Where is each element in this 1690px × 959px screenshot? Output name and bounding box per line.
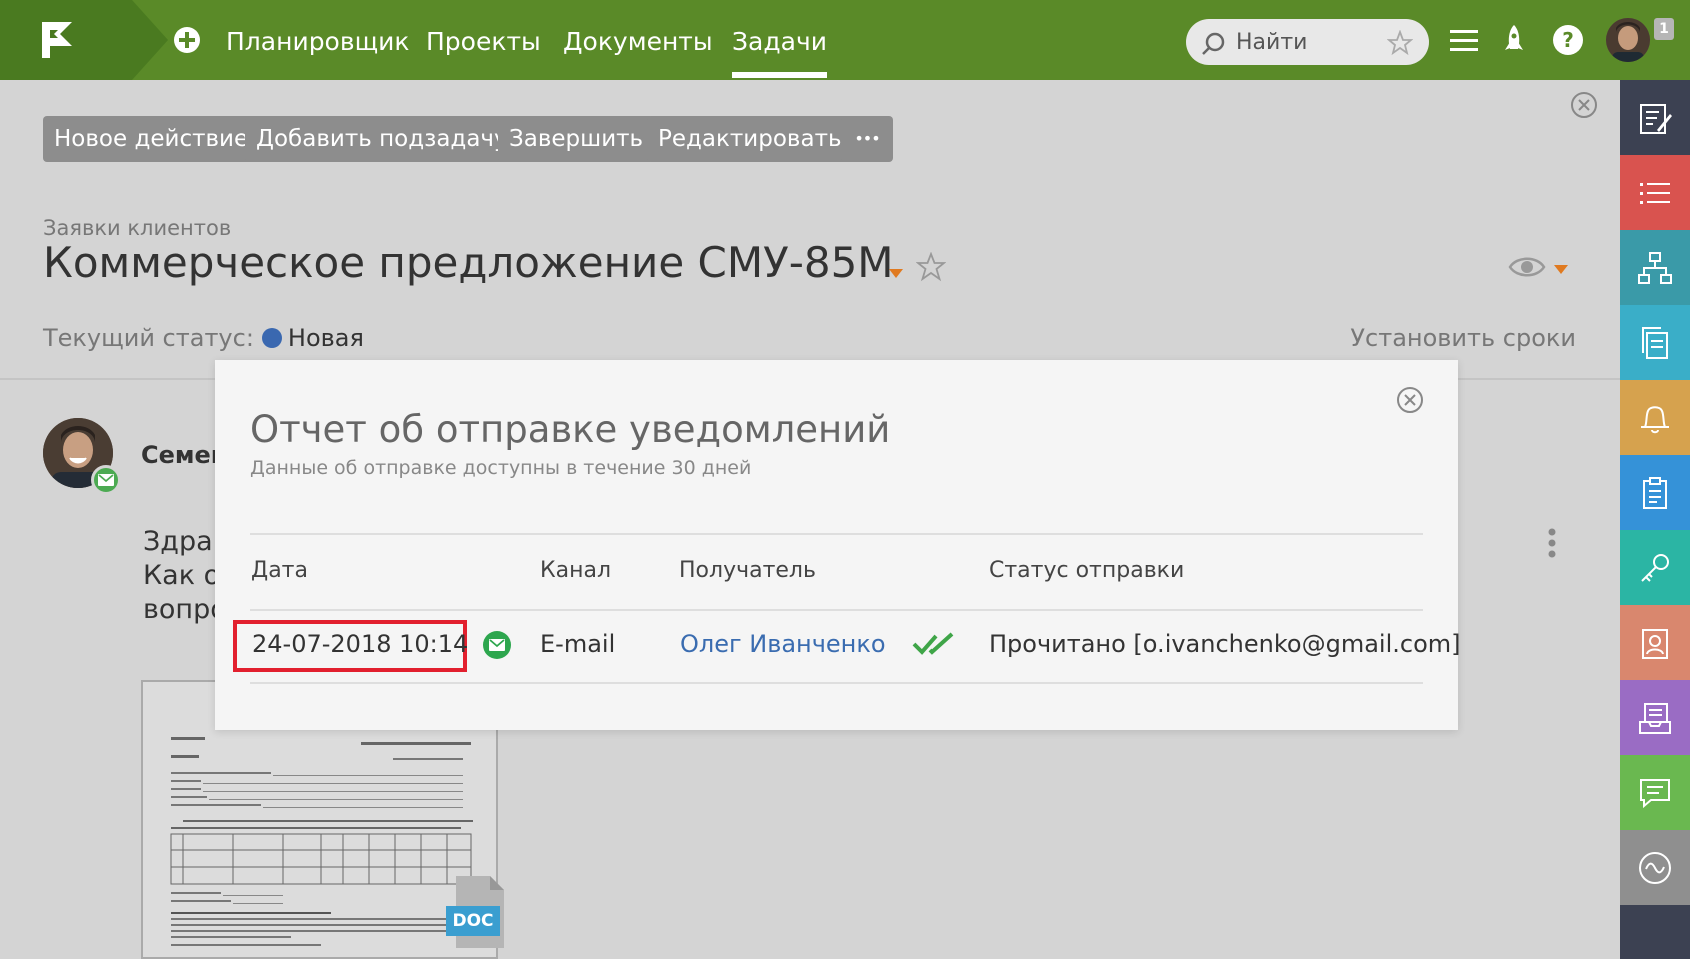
close-icon[interactable]: [1395, 385, 1425, 415]
column-header-recipient: Получатель: [679, 558, 816, 583]
email-icon: [483, 631, 511, 659]
rocket-icon[interactable]: [1496, 22, 1532, 58]
user-photo-icon: [1606, 18, 1650, 62]
wave-icon: [1639, 851, 1671, 884]
list-icon: [1640, 182, 1670, 204]
sidebar-item-notifications[interactable]: [1620, 380, 1690, 455]
email-channel-badge: [91, 465, 121, 495]
nav-tasks[interactable]: Задачи: [732, 0, 827, 80]
search-box[interactable]: [1186, 19, 1429, 65]
menu-icon[interactable]: [1446, 22, 1482, 58]
modal-subtitle: Данные об отправке доступны в течение 30…: [250, 457, 752, 479]
top-navigation-bar: Планировщик Проекты Документы Задачи ?: [0, 0, 1690, 80]
svg-text:?: ?: [1562, 28, 1574, 52]
notification-report-modal: Отчет об отправке уведомлений Данные об …: [215, 360, 1461, 730]
flag-logo-icon: [42, 22, 72, 58]
hierarchy-icon: [1638, 251, 1672, 284]
sidebar-item-tasks[interactable]: [1620, 455, 1690, 530]
row-date: 24-07-2018 10:14: [252, 630, 469, 658]
sidebar-item-notes[interactable]: [1620, 80, 1690, 155]
clipboard-icon: [1643, 476, 1667, 509]
complete-button[interactable]: Завершить: [498, 116, 655, 162]
row-channel: E-mail: [540, 630, 616, 658]
sidebar-item-documents[interactable]: [1620, 305, 1690, 380]
new-action-button[interactable]: Новое действие: [43, 116, 260, 162]
nav-planner[interactable]: Планировщик: [226, 0, 409, 80]
table-bottom-divider: [250, 682, 1423, 684]
bell-icon: [1641, 405, 1669, 433]
doc-file-label: DOC: [452, 911, 494, 931]
page-title: Коммерческое предложение СМУ-85М: [43, 238, 894, 287]
chevron-down-icon[interactable]: [1554, 265, 1568, 275]
row-status: Прочитано [o.ivanchenko@gmail.com]: [989, 630, 1461, 658]
table-top-divider: [250, 533, 1423, 535]
search-input[interactable]: [1236, 19, 1366, 65]
nav-projects[interactable]: Проекты: [426, 0, 541, 80]
logo[interactable]: [0, 0, 168, 80]
edit-button[interactable]: Редактировать: [647, 116, 853, 162]
column-header-status: Статус отправки: [989, 558, 1185, 583]
status-label: Текущий статус:: [43, 324, 254, 352]
more-button[interactable]: •••: [841, 116, 893, 162]
column-header-date: Дата: [251, 558, 308, 583]
notification-count-badge: 1: [1654, 18, 1674, 40]
sidebar-item-inbox[interactable]: [1620, 680, 1690, 755]
modal-title: Отчет об отправке уведомлений: [250, 408, 891, 451]
close-panel-icon[interactable]: [1569, 90, 1599, 120]
key-icon: [1641, 553, 1669, 582]
add-icon[interactable]: [172, 25, 202, 55]
chat-icon: [1640, 778, 1670, 808]
edit-note-icon: [1640, 103, 1672, 134]
sidebar-item-list[interactable]: [1620, 155, 1690, 230]
chevron-down-icon[interactable]: [889, 269, 903, 279]
favorite-star-icon[interactable]: [1387, 30, 1413, 56]
more-vertical-icon[interactable]: [1548, 528, 1556, 558]
user-avatar[interactable]: [1606, 18, 1650, 62]
set-dates-link[interactable]: Установить сроки: [1350, 324, 1576, 352]
sidebar-item-chat[interactable]: [1620, 755, 1690, 830]
add-subtask-button[interactable]: Добавить подзадачу: [245, 116, 519, 162]
favorite-star-icon[interactable]: [916, 252, 946, 282]
status-dot: [261, 328, 282, 348]
watch-eye-icon[interactable]: [1508, 254, 1546, 280]
help-icon[interactable]: ?: [1550, 22, 1586, 58]
search-icon: [1202, 32, 1225, 55]
sidebar-item-structure[interactable]: [1620, 230, 1690, 305]
documents-icon: [1642, 326, 1668, 359]
contact-icon: [1642, 628, 1668, 659]
status-value[interactable]: Новая: [288, 324, 364, 352]
breadcrumb[interactable]: Заявки клиентов: [43, 216, 231, 240]
status-line: Текущий статус: Новая: [43, 324, 364, 352]
double-check-icon: [912, 632, 954, 655]
nav-documents[interactable]: Документы: [563, 0, 713, 80]
right-sidebar: [1620, 80, 1690, 959]
inbox-icon: [1639, 702, 1671, 734]
column-header-channel: Канал: [540, 558, 612, 583]
sidebar-item-access[interactable]: [1620, 530, 1690, 605]
table-header-divider: [250, 609, 1423, 611]
sidebar-item-contacts[interactable]: [1620, 605, 1690, 680]
row-recipient-link[interactable]: Олег Иванченко: [680, 630, 886, 658]
sidebar-item-activity[interactable]: [1620, 830, 1690, 905]
mail-icon: [98, 474, 114, 486]
